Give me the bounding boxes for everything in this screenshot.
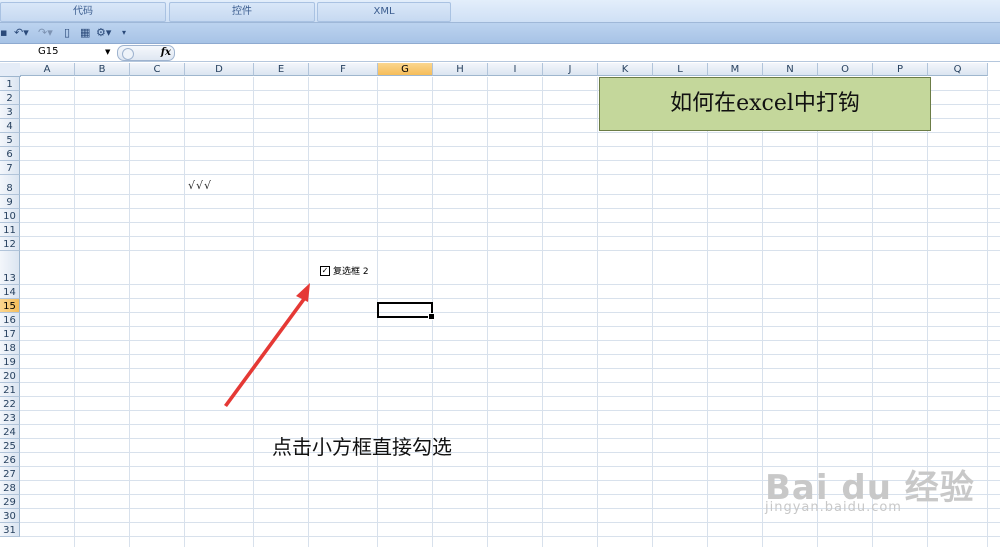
baidu-watermark: Bai du 经验 jingyan.baidu.com (765, 460, 975, 515)
instruction-text: 点击小方框直接勾选 (272, 435, 452, 459)
watermark-url: jingyan.baidu.com (765, 500, 902, 515)
